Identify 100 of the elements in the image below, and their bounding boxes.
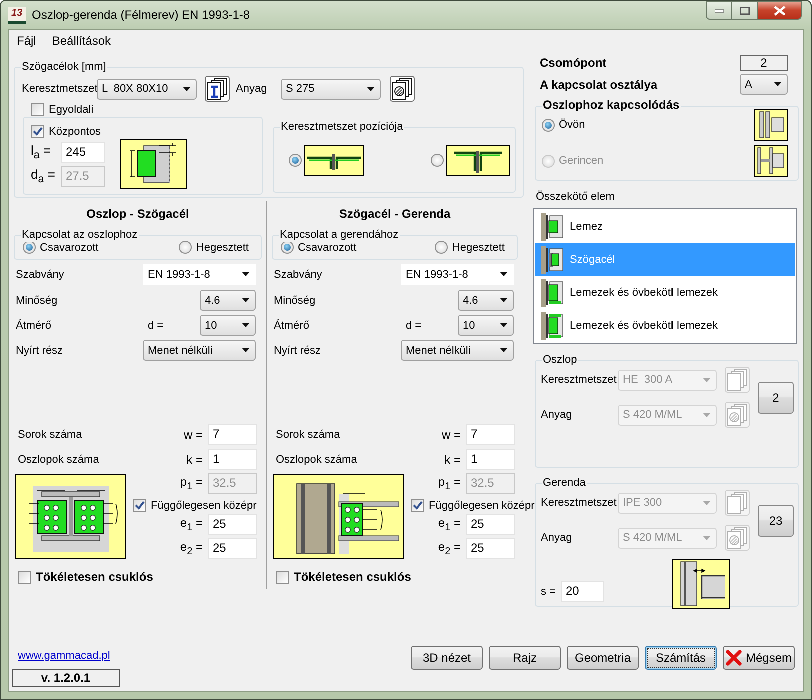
minimize-icon [714, 8, 724, 12]
field-label: e$_{2}$ = [438, 540, 461, 558]
group-title: Kapcsolat az oszlophoz [21, 228, 139, 242]
field-label: Keresztmetszet [22, 83, 97, 95]
hatched-circle-pages-icon [726, 404, 749, 426]
class-dropdown[interactable]: A [740, 74, 788, 95]
caret-icon [500, 323, 508, 328]
value-field[interactable]: 1 [208, 449, 257, 470]
caret-icon [774, 82, 782, 87]
field-label: w = [442, 428, 461, 442]
action-button[interactable]: Rajz [489, 646, 561, 670]
section-library-button[interactable] [205, 76, 230, 102]
window-title: Oszlop-gerenda (Félmerev) EN 1993-1-8 [32, 8, 250, 22]
field-label: Átmérő [15, 320, 52, 332]
radio-label[interactable]: Csavarozott [40, 242, 99, 254]
caret-icon [500, 348, 508, 353]
field-label: p$_{1}$ = [438, 474, 461, 492]
checkbox-label[interactable]: Egyoldali [49, 104, 94, 116]
field-label: Sorok száma [275, 428, 340, 440]
radio-button[interactable] [281, 241, 294, 254]
radio-label[interactable]: Övön [559, 119, 586, 131]
field-label: A kapcsolat osztálya [539, 78, 658, 92]
radio-button[interactable] [435, 241, 448, 254]
field-label: Szabvány [273, 268, 324, 280]
value-field[interactable]: 25 [208, 538, 257, 559]
diameter-dropdown[interactable]: 10 [200, 315, 256, 336]
checkbox-label[interactable]: Függőlegesen középr [151, 500, 257, 512]
section-title: Szögacél - Gerenda [338, 206, 452, 223]
field-label: Nyírt rész [273, 344, 322, 356]
angle-dimensions-drawing [120, 139, 187, 189]
shear-dropdown[interactable]: Menet nélküli [401, 340, 514, 361]
minimize-button[interactable] [706, 1, 732, 20]
checkbox[interactable] [31, 103, 44, 116]
radio-button[interactable] [289, 154, 302, 166]
connection-type-icon [541, 278, 563, 306]
stacked-pages-icon [726, 492, 749, 514]
checkbox[interactable] [411, 499, 424, 512]
grade-dropdown[interactable]: 4.6 [458, 290, 514, 311]
radio-label[interactable]: Hegesztett [452, 242, 505, 254]
radio-label[interactable]: Csavarozott [298, 242, 357, 254]
list-item[interactable]: Lemez [535, 210, 795, 243]
value-field[interactable]: 1 [466, 449, 515, 470]
field-label: Oszlopok száma [17, 454, 100, 466]
checkbox[interactable] [133, 499, 146, 512]
diameter-dropdown[interactable]: 10 [458, 315, 514, 336]
checkbox-label[interactable]: Függőlegesen középr [429, 500, 535, 512]
value-field[interactable]: 25 [466, 514, 515, 535]
field-label: d = [148, 320, 165, 332]
version-label: v. 1.2.0.1 [12, 669, 120, 687]
standard-dropdown[interactable]: EN 1993-1-8 [143, 264, 256, 285]
checkbox-label[interactable]: Tökéletesen csuklós [294, 570, 412, 584]
cancel-button[interactable]: Mégsem [723, 646, 795, 670]
action-button[interactable]: Számítás [645, 646, 717, 670]
node-number: 2 [740, 54, 788, 70]
value-field[interactable]: 7 [466, 424, 515, 445]
maximize-icon [740, 6, 750, 14]
radio-button[interactable] [179, 241, 192, 254]
section-dropdown[interactable]: L 80X 80X10 [97, 78, 197, 100]
value-field[interactable]: 7 [208, 424, 257, 445]
list-item[interactable]: Lemezek és övbekötl lemezek [535, 309, 795, 342]
action-button[interactable]: Geometria [567, 646, 639, 670]
grade-dropdown[interactable]: 4.6 [200, 290, 256, 311]
material-dropdown[interactable]: S 275 [281, 78, 381, 100]
member-button[interactable]: 23 [758, 504, 794, 536]
checkbox-label[interactable]: Tökéletesen csuklós [36, 570, 154, 584]
list-title: Összekötő elem [535, 191, 616, 203]
standard-dropdown[interactable]: EN 1993-1-8 [401, 264, 514, 285]
website-link[interactable]: www.gammacad.pl [18, 650, 120, 664]
caret-icon [367, 86, 375, 92]
radio-button[interactable] [431, 154, 444, 166]
checkbox-label[interactable]: Központos [49, 126, 101, 138]
field-label: Anyag [541, 532, 574, 544]
material-library-button[interactable] [390, 76, 415, 102]
checkbox[interactable] [18, 570, 31, 584]
action-button[interactable]: 3D nézet [411, 646, 483, 670]
value-field[interactable]: 20 [561, 581, 604, 602]
app-logo: 13 [8, 6, 26, 24]
menu-item[interactable]: Beállítások [52, 34, 112, 48]
checkbox[interactable] [31, 125, 44, 138]
maximize-button[interactable] [732, 1, 758, 20]
list-item[interactable]: Lemezek és övbekötl lemezek [535, 276, 795, 309]
radio-button[interactable] [23, 241, 36, 254]
radio-button[interactable] [542, 118, 555, 132]
shear-dropdown[interactable]: Menet nélküli [143, 340, 256, 361]
checkbox[interactable] [276, 570, 289, 584]
close-button[interactable] [758, 1, 802, 20]
angle-position-drawing [304, 144, 364, 176]
radio-label[interactable]: Hegesztett [196, 242, 249, 254]
cross-icon [726, 650, 742, 666]
value-field[interactable]: 245 [61, 142, 105, 163]
member-button[interactable]: 2 [758, 382, 794, 414]
group-title: Kapcsolat a gerendához [279, 228, 400, 242]
field-label: Csomópont [539, 56, 607, 70]
value-field[interactable]: 25 [208, 514, 257, 535]
field-label: w = [184, 428, 203, 442]
group-title: Keresztmetszet pozíciója [280, 120, 404, 134]
value-field[interactable]: 25 [466, 538, 515, 559]
menu-item[interactable]: Fájl [17, 34, 36, 48]
field-label: Anyag [541, 409, 574, 421]
caret-icon [703, 378, 711, 382]
